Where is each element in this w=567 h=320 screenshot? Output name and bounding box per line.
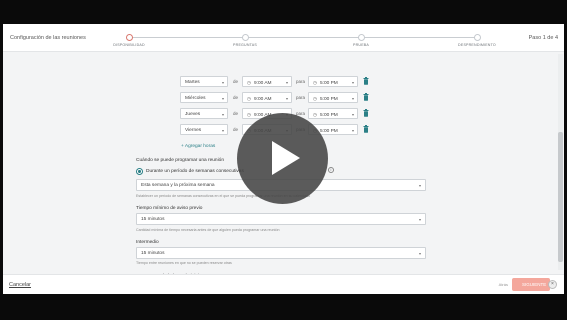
day-select[interactable]: Viernes ▾ bbox=[180, 124, 228, 135]
day-select[interactable]: Miércoles ▾ bbox=[180, 92, 228, 103]
radio-label: Durante un período de semanas consecutiv… bbox=[146, 169, 244, 174]
step-label: DESPRENDIMIENTO bbox=[458, 43, 496, 47]
step-counter: Paso 1 de 4 bbox=[528, 35, 558, 41]
cancel-link[interactable]: Cancelar bbox=[9, 282, 31, 288]
next-button[interactable]: SIGUIENTE × bbox=[512, 278, 557, 291]
play-button[interactable] bbox=[237, 113, 328, 204]
play-icon bbox=[272, 141, 300, 175]
start-time-value: 9:00 AM bbox=[253, 96, 272, 102]
info-icon[interactable]: i bbox=[328, 167, 334, 173]
header: Configuración de las reuniones DISPONIBI… bbox=[3, 24, 564, 52]
period-value: Esta semana y la próxima semana bbox=[141, 183, 215, 188]
chevron-down-icon: ▾ bbox=[221, 112, 224, 117]
chevron-down-icon: ▾ bbox=[285, 80, 288, 85]
chevron-down-icon: ▾ bbox=[351, 96, 354, 101]
clock-icon: ◷ bbox=[247, 95, 251, 101]
end-time-select[interactable]: ◷5:00 PM ▾ bbox=[308, 92, 358, 103]
day-select[interactable]: Martes ▾ bbox=[180, 76, 228, 87]
availability-row: Martes ▾ de ◷ 9:00 AM ▾ para ◷ 5:00 PM ▾ bbox=[180, 76, 380, 88]
stepper-line bbox=[129, 37, 479, 38]
chevron-down-icon: ▾ bbox=[351, 112, 354, 117]
chevron-down-icon: ▾ bbox=[418, 183, 421, 188]
step-label: PRUEBA bbox=[353, 43, 369, 47]
step-label: DISPONIBILIDAD bbox=[113, 43, 145, 47]
trash-icon[interactable] bbox=[363, 77, 369, 85]
trash-icon[interactable] bbox=[363, 109, 369, 117]
chevron-down-icon: ▾ bbox=[285, 96, 288, 101]
step-dot bbox=[357, 34, 365, 41]
chevron-down-icon: ▾ bbox=[221, 128, 224, 133]
to-label: para bbox=[296, 95, 306, 100]
day-value: Jueves bbox=[185, 111, 201, 117]
chevron-down-icon: ▾ bbox=[221, 80, 224, 85]
footer: Cancelar Atrás SIGUIENTE × bbox=[3, 274, 564, 294]
chevron-down-icon: ▾ bbox=[418, 251, 421, 256]
chevron-down-icon: ▾ bbox=[221, 96, 224, 101]
close-icon[interactable]: × bbox=[548, 280, 557, 289]
progress-stepper: DISPONIBILIDAD PREGUNTAS PRUEBA DESPREND… bbox=[113, 34, 496, 50]
end-time-value: 5:00 PM bbox=[319, 128, 338, 134]
radio-selected-icon[interactable] bbox=[136, 168, 143, 175]
back-button[interactable]: Atrás bbox=[499, 282, 508, 287]
scheduling-question: Cuándo se puede programar una reunión bbox=[136, 158, 225, 163]
buffer-label: Intermedio bbox=[136, 240, 159, 245]
scrollbar-thumb[interactable] bbox=[558, 132, 563, 262]
clock-icon: ◷ bbox=[313, 79, 317, 85]
step-test[interactable]: PRUEBA bbox=[331, 34, 391, 47]
min-notice-label: Tiempo mínimo de aviso previo bbox=[136, 206, 203, 211]
step-label: PREGUNTAS bbox=[233, 43, 257, 47]
to-label: para bbox=[296, 79, 306, 84]
chevron-down-icon: ▾ bbox=[351, 80, 354, 85]
clock-icon: ◷ bbox=[313, 111, 317, 117]
start-time-value: 9:00 AM bbox=[253, 80, 272, 86]
add-hours-link[interactable]: + Agregar horas bbox=[181, 144, 215, 149]
day-value: Miércoles bbox=[185, 95, 206, 101]
end-time-select[interactable]: ◷5:00 PM ▾ bbox=[308, 76, 358, 87]
end-time-value: 5:00 PM bbox=[319, 80, 338, 86]
step-dot bbox=[241, 34, 249, 41]
day-select[interactable]: Jueves ▾ bbox=[180, 108, 228, 119]
min-notice-value: 15 minutos bbox=[141, 217, 165, 222]
end-time-value: 5:00 PM bbox=[319, 112, 338, 118]
clock-icon: ◷ bbox=[247, 79, 251, 85]
end-time-value: 5:00 PM bbox=[319, 96, 338, 102]
trash-icon[interactable] bbox=[363, 125, 369, 133]
from-label: de bbox=[233, 95, 239, 100]
trash-icon[interactable] bbox=[363, 93, 369, 101]
clock-icon: ◷ bbox=[247, 111, 251, 117]
start-time-select[interactable]: ◷9:00 AM ▾ bbox=[242, 92, 292, 103]
page-title: Configuración de las reuniones bbox=[10, 35, 86, 41]
clock-icon: ◷ bbox=[313, 95, 317, 101]
chevron-down-icon: ▾ bbox=[351, 128, 354, 133]
day-value: Martes bbox=[185, 79, 200, 85]
end-time-select[interactable]: ◷5:00 PM ▾ bbox=[308, 108, 358, 119]
chevron-down-icon: ▾ bbox=[418, 217, 421, 222]
availability-row: Miércoles ▾ de ◷ 9:00 AM ▾ para ◷ 5:00 PM ▾ bbox=[180, 92, 380, 104]
min-notice-select[interactable]: 15 minutos ▾ bbox=[136, 213, 426, 225]
step-questions[interactable]: PREGUNTAS bbox=[215, 34, 275, 47]
step-dot bbox=[473, 34, 481, 41]
step-dot bbox=[125, 34, 133, 41]
day-value: Viernes bbox=[185, 127, 202, 133]
buffer-value: 15 minutos bbox=[141, 251, 165, 256]
from-label: de bbox=[233, 127, 239, 132]
buffer-help-text: Tiempo entre reuniones en que no se pued… bbox=[136, 261, 232, 265]
min-notice-help-text: Cantidad mínima de tiempo necesaria ante… bbox=[136, 228, 280, 232]
step-availability[interactable]: DISPONIBILIDAD bbox=[99, 34, 159, 47]
step-deploy[interactable]: DESPRENDIMIENTO bbox=[447, 34, 507, 47]
next-button-label: SIGUIENTE bbox=[522, 282, 547, 287]
start-time-select[interactable]: ◷9:00 AM ▾ bbox=[242, 76, 292, 87]
buffer-select[interactable]: 15 minutos ▾ bbox=[136, 247, 426, 259]
from-label: de bbox=[233, 79, 239, 84]
from-label: de bbox=[233, 111, 239, 116]
video-frame: Configuración de las reuniones DISPONIBI… bbox=[0, 0, 567, 320]
